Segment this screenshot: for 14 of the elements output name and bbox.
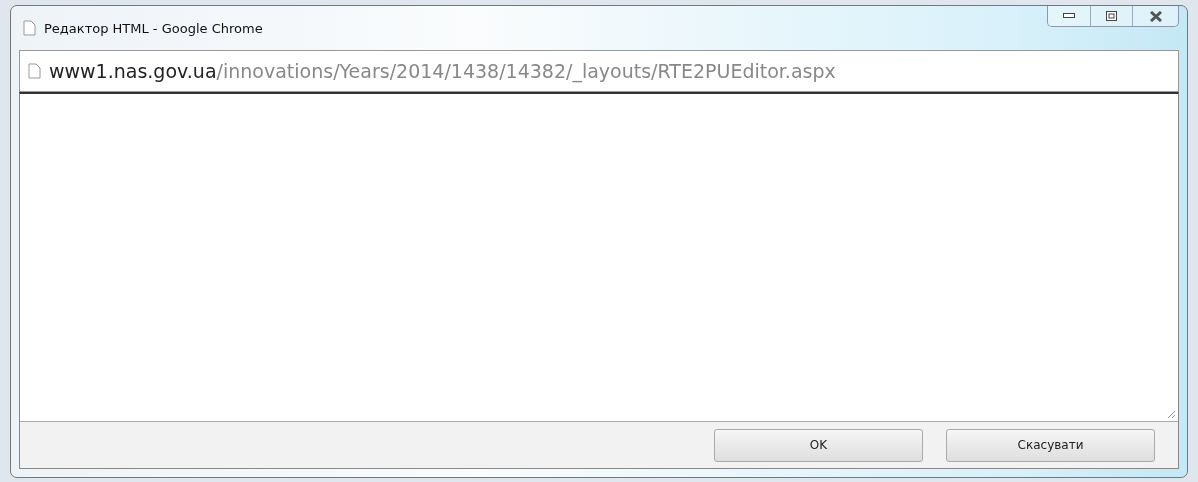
minimize-icon [1063,13,1075,19]
dialog-button[interactable]: OK [714,428,923,462]
page-icon [28,63,41,79]
dialog-button[interactable]: Скасувати [946,428,1155,462]
address-bar[interactable]: www1.nas.gov.ua/innovations/Years/2014/1438/14382/_layouts/RTE2PUEditor.aspx [19,50,1179,92]
window-title: Редактор HTML - Google Chrome [44,20,263,36]
resize-grip-icon [1167,410,1176,419]
page-icon [23,20,36,36]
url-text: www1.nas.gov.ua/innovations/Years/2014/1438/14382/_layouts/RTE2PUEditor.aspx [49,60,836,82]
minimize-button[interactable] [1048,6,1090,26]
maximize-button[interactable] [1090,6,1132,26]
maximize-icon [1106,11,1117,21]
close-icon [1148,10,1163,22]
close-button[interactable] [1132,6,1178,26]
